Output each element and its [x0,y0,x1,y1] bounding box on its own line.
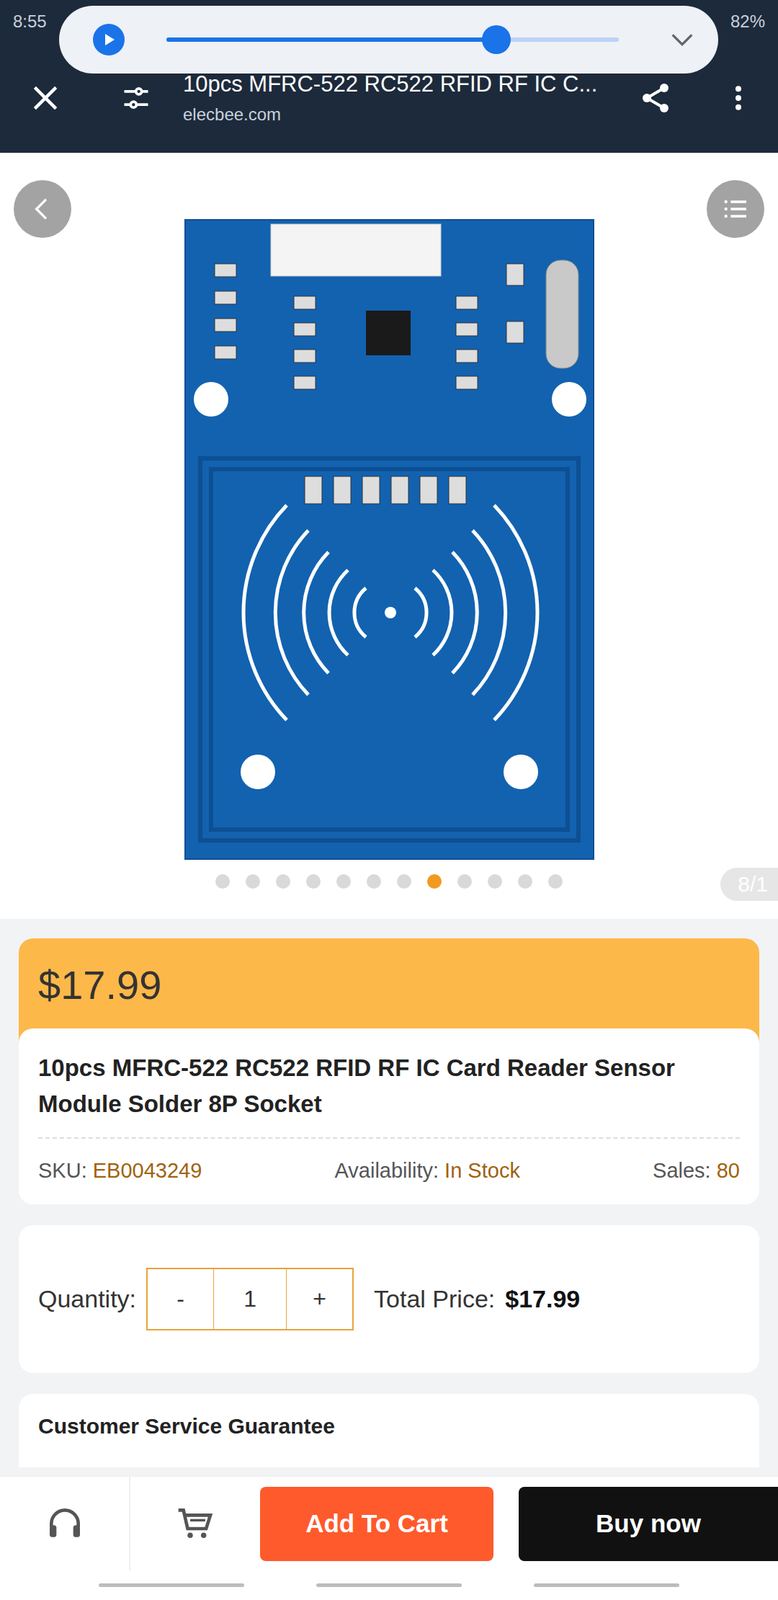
carousel-dot[interactable] [517,873,533,889]
divider [38,1136,740,1139]
more-icon[interactable] [698,82,778,114]
sku-label: SKU: [38,1158,88,1182]
page-title: 10pcs MFRC-522 RC522 RFID RF IC C... [182,71,613,98]
page-title-block: 10pcs MFRC-522 RC522 RFID RF IC C... elec… [181,71,613,125]
price: $17.99 [18,937,760,1028]
carousel-dot[interactable] [396,873,412,889]
battery-level: 82% [730,11,766,32]
total-price: $17.99 [504,1284,580,1313]
availability-value: In Stock [444,1158,521,1182]
sales: Sales: 80 [652,1158,740,1183]
cart-icon[interactable] [130,1476,261,1571]
chevron-down-icon[interactable] [667,25,697,55]
product-meta: SKU: EB0043249 Availability: In Stock Sale… [38,1158,740,1183]
clock: 8:55 [12,11,47,32]
guarantee-title: Customer Service Guarantee [38,1413,740,1438]
quantity-stepper: -1+ [146,1267,354,1330]
media-seek-knob[interactable] [481,25,511,55]
price-card: $17.99 10pcs MFRC-522 RC522 RFID RF IC Ca… [18,937,760,1204]
action-bar: Add To Cart Buy now [0,1475,778,1570]
product-photo [184,218,595,860]
sales-value: 80 [716,1158,740,1182]
carousel-dot[interactable] [275,873,291,889]
media-progress-track[interactable] [166,37,619,42]
carousel-dot[interactable] [427,873,442,889]
page-content: 8/1 $17.99 10pcs MFRC-522 RC522 RFID RF IC… [0,152,778,1476]
back-arrow-icon[interactable] [13,180,72,238]
guarantee-card: Customer Service Guarantee [18,1393,760,1467]
carousel-dot[interactable] [215,873,230,889]
share-icon[interactable] [612,80,699,116]
tune-icon[interactable] [90,82,182,114]
product-card: 10pcs MFRC-522 RC522 RFID RF IC Card Rea… [18,1027,760,1204]
quantity-input[interactable]: 1 [213,1268,287,1329]
availability-label: Availability: [334,1158,440,1182]
total-price-label: Total Price: [373,1284,495,1313]
carousel-dot[interactable] [306,873,321,889]
product-info: $17.99 10pcs MFRC-522 RC522 RFID RF IC Ca… [0,918,778,1467]
carousel-dot[interactable] [366,873,382,889]
carousel-dot[interactable] [487,873,503,889]
image-counter: 8/1 [720,867,778,901]
carousel-dots [215,873,563,889]
minus-button[interactable]: - [147,1268,214,1329]
system-nav-bar [0,1569,778,1600]
page-url: elecbee.com [182,104,613,125]
carousel-dot[interactable] [548,873,563,889]
media-progress-fill [166,37,497,42]
close-icon[interactable] [0,82,91,114]
nav-recents[interactable] [98,1582,245,1587]
carousel-dot[interactable] [457,873,472,889]
buy-now-button[interactable]: Buy now [518,1486,778,1561]
plus-button[interactable]: + [286,1268,353,1329]
media-notification [59,5,719,74]
quantity-label: Quantity: [38,1284,137,1313]
product-gallery: 8/1 [0,152,778,919]
availability: Availability: In Stock [334,1158,521,1183]
product-title: 10pcs MFRC-522 RC522 RFID RF IC Card Rea… [38,1049,740,1121]
carousel-dot[interactable] [245,873,261,889]
sales-label: Sales: [652,1158,712,1182]
quantity-card: Quantity:-1+Total Price:$17.99 [18,1224,760,1373]
sku: SKU: EB0043249 [38,1158,202,1183]
nav-back[interactable] [533,1582,680,1587]
carousel-dot[interactable] [336,873,351,889]
play-icon[interactable] [92,23,125,56]
list-menu-icon[interactable] [706,180,765,238]
headset-icon[interactable] [0,1476,131,1571]
add-to-cart-button[interactable]: Add To Cart [260,1486,494,1561]
sku-value: EB0043249 [92,1158,203,1182]
browser-header: 8:55 82% 10pcs MFRC-522 RC522 RFID RF IC C… [0,0,778,153]
nav-home[interactable] [316,1582,462,1587]
